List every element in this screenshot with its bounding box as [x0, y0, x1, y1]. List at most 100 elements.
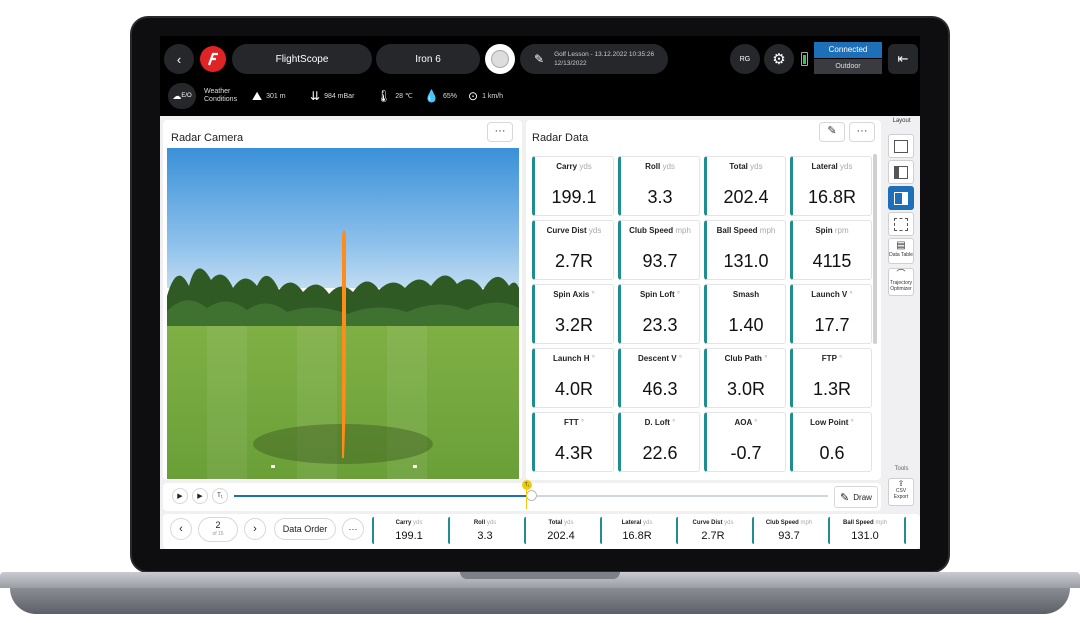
mini-metric-unit: yds — [643, 520, 653, 526]
radar-data-menu-button[interactable]: ··· — [849, 122, 875, 142]
metric-card[interactable]: Carry yds 199.1 — [532, 156, 614, 216]
draw-button[interactable]: ✎ Draw — [834, 486, 878, 508]
metric-unit: mph — [675, 226, 691, 235]
mini-metric-value: 2.7R — [701, 530, 725, 542]
strip-menu-button[interactable]: ··· — [342, 518, 364, 540]
metric-unit: ° — [591, 354, 595, 363]
shot-counter[interactable]: 2 of 15 — [198, 517, 238, 542]
wind-readout: ⊙ 1 km/h — [468, 86, 503, 106]
user-avatar[interactable]: RG — [730, 44, 760, 74]
jump-to-impact-button[interactable]: T₁ — [212, 488, 228, 504]
metric-label: AOA ° — [734, 418, 758, 427]
metric-value: 2.7R — [554, 251, 594, 271]
metric-card[interactable]: Descent V ° 46.3 — [618, 348, 700, 408]
metric-card[interactable]: Smash 1.40 — [704, 284, 786, 344]
metric-card[interactable]: Launch H ° 4.0R — [532, 348, 614, 408]
metric-card[interactable]: Lateral yds 16.8R — [790, 156, 872, 216]
metric-card[interactable]: Spin rpm 4115 — [790, 220, 872, 280]
metric-card[interactable]: Spin Loft ° 23.3 — [618, 284, 700, 344]
data-table-button[interactable]: ▤ Data Table — [888, 238, 914, 264]
club-selector[interactable]: Iron 6 — [376, 44, 480, 74]
play-slow-button[interactable]: ▶ — [172, 488, 188, 504]
trajectory-optimizer-button[interactable]: ⌒ Trajectory Optimizer — [888, 268, 914, 296]
metric-label: Spin Axis ° — [553, 290, 595, 299]
layout-rail: Layout ▤ Data Table ⌒ Trajectory Optimiz… — [883, 116, 920, 549]
export-csv-button[interactable]: ⇪ CSV Export — [888, 478, 914, 506]
metric-card[interactable]: Curve Dist yds 2.7R — [532, 220, 614, 280]
metric-label: Lateral yds — [811, 162, 853, 171]
next-shot-button[interactable]: › — [244, 518, 266, 540]
mini-metric[interactable]: Spin rpm 4115 — [904, 517, 920, 544]
metric-card[interactable]: Club Speed mph 93.7 — [618, 220, 700, 280]
edit-icon: ✎ — [534, 52, 545, 66]
pressure-readout: ⇊ 984 mBar — [310, 86, 354, 106]
mini-metric[interactable]: Total yds 202.4 — [524, 517, 596, 544]
prev-shot-button[interactable]: ‹ — [170, 518, 192, 540]
mini-metric[interactable]: Ball Speed mph 131.0 — [828, 517, 900, 544]
metric-card[interactable]: Ball Speed mph 131.0 — [704, 220, 786, 280]
trajectory-icon: ⌒ — [896, 269, 906, 279]
metric-unit: ° — [839, 354, 843, 363]
connection-status[interactable]: Connected — [814, 42, 882, 58]
metric-card[interactable]: FTP ° 1.3R — [790, 348, 872, 408]
data-order-button[interactable]: Data Order — [274, 518, 336, 540]
metric-card[interactable]: Low Point ° 0.6 — [790, 412, 872, 472]
metric-value: 93.7 — [642, 251, 678, 271]
weather-conditions[interactable]: ☁ E/O Weather Conditions — [168, 83, 244, 109]
wind-value: 1 km/h — [482, 92, 504, 100]
metric-value: 23.3 — [642, 315, 678, 335]
mini-metric-label: Club Speed mph — [765, 520, 813, 526]
back-button[interactable]: ‹ — [164, 44, 194, 74]
metric-card[interactable]: Total yds 202.4 — [704, 156, 786, 216]
metric-unit: rpm — [834, 226, 849, 235]
camera-menu-button[interactable]: ··· — [487, 122, 513, 142]
table-icon: ▤ — [896, 240, 906, 251]
mini-metric[interactable]: Carry yds 199.1 — [372, 517, 444, 544]
layout-triple-button[interactable] — [888, 186, 914, 210]
metric-label: Spin rpm — [815, 226, 849, 235]
playback-thumb[interactable] — [526, 490, 537, 501]
exit-button[interactable]: ⇤ — [888, 44, 918, 74]
metric-value: 4115 — [812, 251, 852, 271]
temperature-readout: 🌡 28 ℃ — [376, 86, 413, 106]
mini-metric-label: Ball Speed mph — [842, 520, 888, 526]
metric-card[interactable]: AOA ° -0.7 — [704, 412, 786, 472]
layout-split-button[interactable] — [888, 160, 914, 184]
mini-metric-value: 131.0 — [851, 530, 879, 542]
impact-marker[interactable]: T₁ — [522, 480, 532, 490]
layout-quad-button[interactable] — [888, 212, 914, 236]
app-name-label: FlightScope — [275, 53, 329, 65]
tools-label: Tools — [894, 466, 909, 472]
metric-value: 17.7 — [814, 315, 850, 335]
app-name-selector[interactable]: FlightScope — [232, 44, 372, 74]
chevron-right-icon: › — [253, 523, 257, 535]
layout-single-button[interactable] — [888, 134, 914, 158]
radar-data-title: Radar Data — [532, 132, 589, 144]
mini-metric[interactable]: Club Speed mph 93.7 — [752, 517, 824, 544]
layout-label: Layout — [892, 118, 911, 124]
humidity-value: 65% — [442, 92, 457, 100]
mini-metric-label: Curve Dist yds — [692, 520, 734, 526]
settings-button[interactable]: ⚙ — [764, 44, 794, 74]
quad-pane-icon — [894, 218, 908, 231]
metric-card[interactable]: Spin Axis ° 3.2R — [532, 284, 614, 344]
radar-data-edit-button[interactable]: ✎ — [819, 122, 845, 142]
metric-card[interactable]: FTT ° 4.3R — [532, 412, 614, 472]
mini-metric[interactable]: Lateral yds 16.8R — [600, 517, 672, 544]
gear-icon: ⚙ — [772, 51, 786, 68]
metric-card[interactable]: Launch V ° 17.7 — [790, 284, 872, 344]
radar-camera-view[interactable] — [167, 148, 519, 479]
play-button[interactable]: ▶ — [192, 488, 208, 504]
session-info[interactable]: ✎ Golf Lesson - 13.12.2022 10:35:26 12/1… — [520, 44, 668, 74]
environment-mode[interactable]: Outdoor — [814, 59, 882, 74]
mini-metric[interactable]: Roll yds 3.3 — [448, 517, 520, 544]
mini-metric[interactable]: Curve Dist yds 2.7R — [676, 517, 748, 544]
metric-card[interactable]: Roll yds 3.3 — [618, 156, 700, 216]
metric-scrollbar[interactable] — [873, 154, 877, 344]
metric-card[interactable]: D. Loft ° 22.6 — [618, 412, 700, 472]
mini-metric-label: Carry yds — [395, 520, 423, 526]
ball-type-button[interactable] — [485, 44, 515, 74]
metric-unit: mph — [759, 226, 776, 235]
mini-metric-unit: yds — [486, 520, 497, 526]
metric-card[interactable]: Club Path ° 3.0R — [704, 348, 786, 408]
